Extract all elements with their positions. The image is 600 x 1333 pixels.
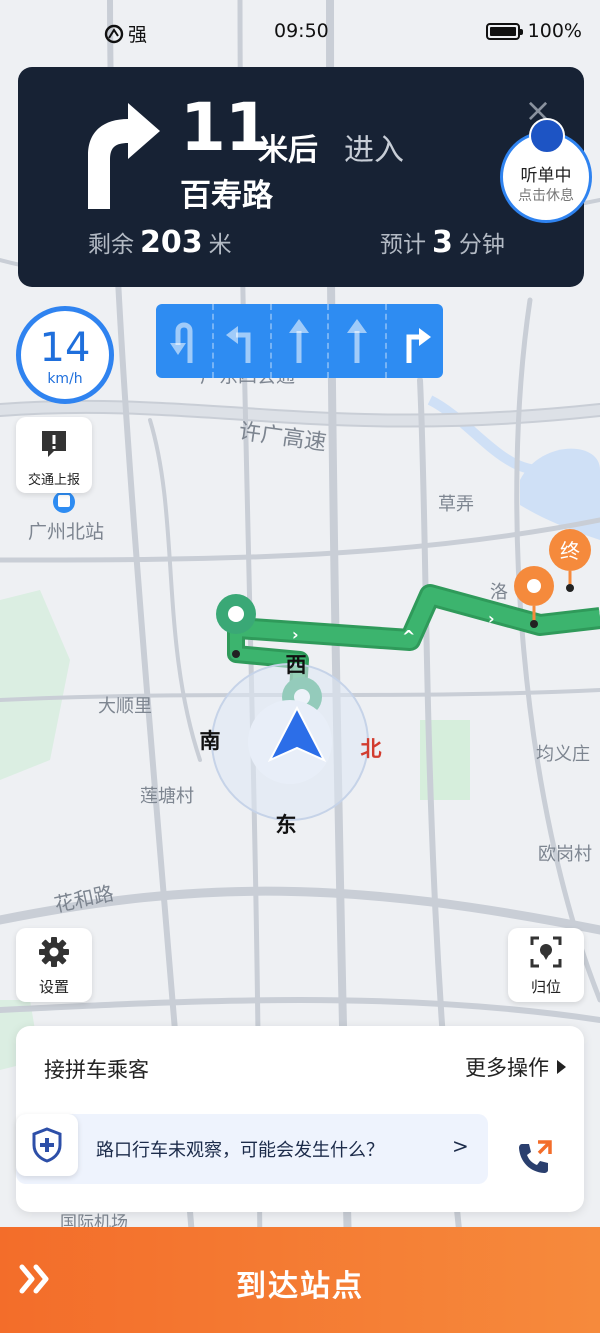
- phone-call-icon[interactable]: [514, 1138, 554, 1178]
- status-bar: 强 09:50 100%: [0, 0, 600, 62]
- speed-value: 14: [39, 325, 91, 371]
- safety-tip-text: 路口行车未观察，可能会发生什么？: [96, 1140, 384, 1161]
- settings-label: 设置: [38, 978, 69, 996]
- recenter-button[interactable]: 归位: [508, 928, 584, 1002]
- speed-unit: km/h: [47, 371, 83, 387]
- eta-label: 预计: [380, 232, 426, 258]
- signal-icon: [104, 24, 124, 43]
- straight-arrow-icon: [347, 319, 368, 363]
- signal-text: 强: [128, 24, 148, 46]
- svg-text:^: ^: [402, 627, 415, 646]
- arrive-station-button[interactable]: 到达站点: [0, 1227, 600, 1333]
- map-label: 莲塘村: [140, 786, 194, 807]
- compass-south: 南: [200, 729, 221, 753]
- listening-hint: 点击休息: [518, 188, 574, 204]
- svg-text:›: ›: [292, 625, 299, 644]
- settings-button[interactable]: 设置: [16, 928, 92, 1002]
- clock: 09:50: [274, 20, 329, 42]
- distance-value: 11: [180, 89, 271, 166]
- remaining-unit: 米: [208, 232, 232, 258]
- map-label: 欧岗村: [538, 844, 592, 865]
- report-label: 交通上报: [27, 473, 80, 488]
- lane-straight: [272, 304, 330, 378]
- destination-label: 终: [560, 539, 580, 563]
- eta: 预计 3 分钟: [380, 225, 505, 260]
- report-icon: [42, 431, 66, 457]
- compass-east: 东: [276, 813, 297, 837]
- gear-icon: [39, 937, 69, 967]
- compass-west: 西: [286, 653, 307, 677]
- turn-right-lane-icon: [406, 328, 432, 363]
- more-actions-button[interactable]: 更多操作: [465, 1052, 566, 1082]
- caret-right-icon: [557, 1060, 566, 1074]
- signal-indicator: 强: [104, 20, 147, 47]
- traffic-report-button[interactable]: 交通上报: [16, 417, 92, 493]
- turn-right-icon: [88, 103, 160, 209]
- map-label: 草弄: [438, 494, 474, 515]
- train-station-icon: [53, 491, 75, 513]
- svg-text:›: ›: [488, 609, 495, 628]
- speedometer: 14 km/h: [16, 306, 114, 404]
- straight-arrow-icon: [289, 319, 310, 363]
- chevron-right-icon: >: [452, 1134, 469, 1158]
- battery-indicator: 100%: [485, 20, 582, 42]
- lane-turn-left: [214, 304, 272, 378]
- turn-left-icon: [225, 326, 251, 363]
- remaining-label: 剩余: [88, 232, 134, 258]
- more-actions-label: 更多操作: [465, 1056, 549, 1080]
- map-label: 大顺里: [98, 696, 152, 717]
- locate-icon: [530, 936, 562, 968]
- lane-straight: [329, 304, 388, 378]
- battery-icon: [485, 22, 523, 40]
- uturn-left-icon: [169, 322, 193, 363]
- lane-uturn-left: [156, 304, 214, 378]
- map-label: 均义庄: [536, 744, 590, 765]
- map-label: 洛: [490, 582, 508, 603]
- pickup-label: 接拼车乘客: [44, 1058, 149, 1082]
- battery-text: 100%: [527, 20, 582, 42]
- lane-guidance: [156, 304, 443, 378]
- action-label: 进入: [344, 133, 404, 168]
- safety-tip-banner[interactable]: 路口行车未观察，可能会发生什么？ >: [16, 1114, 488, 1184]
- map-label: 广州北站: [28, 521, 104, 543]
- lane-turn-right: [387, 304, 443, 378]
- arrive-label: 到达站点: [236, 1269, 364, 1304]
- eta-value: 3: [432, 225, 453, 260]
- remaining-value: 203: [140, 225, 203, 260]
- shield-icon: [32, 1127, 62, 1163]
- order-panel: 接拼车乘客 更多操作 路口行车未观察，可能会发生什么？ >: [16, 1026, 584, 1212]
- road-name: 百寿路: [180, 178, 273, 214]
- current-location: [211, 663, 369, 821]
- safety-shield-button[interactable]: [16, 1114, 78, 1176]
- remaining-distance: 剩余 203 米: [88, 225, 232, 260]
- listening-status: 听单中: [520, 166, 572, 186]
- compass-north: 北: [361, 737, 382, 761]
- eta-unit: 分钟: [458, 232, 505, 258]
- distance-unit: 米后: [258, 133, 318, 168]
- locate-label: 归位: [530, 978, 561, 996]
- app-logo-icon: [529, 118, 565, 154]
